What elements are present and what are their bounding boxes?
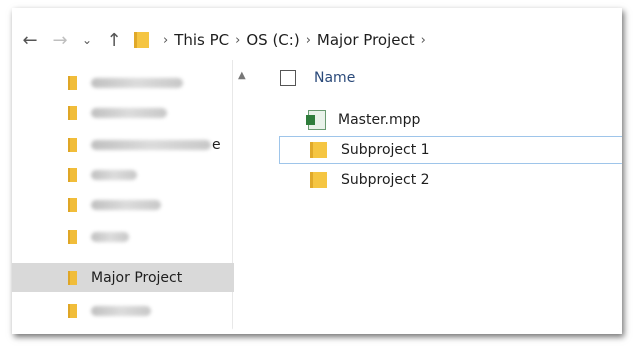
sidebar-item-blurred[interactable]: e — [12, 130, 234, 159]
file-name: Master.mpp — [338, 112, 421, 128]
folder-icon — [68, 229, 77, 244]
folder-icon — [68, 137, 77, 152]
file-row-master-mpp[interactable]: Master.mpp — [280, 107, 622, 133]
file-list-pane: Name Master.mpp Subproject 1 Subproject … — [242, 60, 622, 334]
file-row-subproject-2[interactable]: Subproject 2 — [280, 167, 622, 193]
breadcrumb-separator-icon[interactable]: › — [163, 33, 168, 48]
forward-arrow-icon[interactable]: → — [48, 28, 72, 52]
folder-icon — [68, 303, 77, 318]
breadcrumb-separator-icon[interactable]: › — [235, 33, 240, 48]
folder-icon — [68, 75, 77, 90]
sidebar-item-blurred[interactable] — [12, 190, 234, 219]
mpp-file-icon — [306, 110, 326, 130]
blurred-label — [91, 139, 211, 150]
breadcrumb-os-c[interactable]: OS (C:) — [246, 31, 299, 49]
name-column-label: Name — [314, 70, 356, 86]
sidebar-item-blurred[interactable] — [12, 222, 234, 251]
blurred-label — [91, 107, 167, 118]
file-row-subproject-1[interactable]: Subproject 1 — [279, 136, 622, 164]
sidebar-item-label: Major Project — [91, 269, 183, 286]
back-arrow-icon[interactable]: ← — [18, 28, 42, 52]
blurred-label — [91, 305, 151, 316]
file-name: Subproject 1 — [341, 142, 430, 158]
breadcrumb-separator-icon[interactable]: › — [306, 33, 311, 48]
folder-icon — [68, 167, 77, 182]
sidebar-item-trailing-text: e — [212, 136, 221, 153]
name-column-header[interactable]: Name — [280, 66, 355, 90]
sidebar-item-blurred[interactable] — [12, 98, 234, 127]
folder-icon — [134, 32, 149, 48]
folder-icon — [310, 142, 327, 158]
folder-icon — [68, 270, 77, 285]
sidebar-item-blurred[interactable] — [12, 160, 234, 189]
breadcrumb-major-project[interactable]: Major Project — [317, 31, 415, 49]
file-explorer-window: ← → ⌄ ↑ › This PC › OS (C:) › Major Proj… — [12, 8, 622, 334]
sidebar-item-blurred[interactable] — [12, 296, 234, 325]
torn-edge-decoration — [12, 326, 622, 334]
folder-icon — [310, 172, 327, 188]
blurred-label — [91, 199, 161, 210]
blurred-label — [91, 77, 183, 88]
sidebar-item-blurred[interactable] — [12, 68, 234, 97]
sidebar-item-major-project[interactable]: Major Project — [12, 263, 234, 292]
blurred-label — [91, 231, 129, 242]
recent-locations-chevron-icon[interactable]: ⌄ — [78, 28, 96, 52]
address-bar: ← → ⌄ ↑ › This PC › OS (C:) › Major Proj… — [12, 20, 622, 60]
select-all-checkbox[interactable] — [280, 70, 296, 86]
up-arrow-icon[interactable]: ↑ — [102, 28, 126, 52]
breadcrumb-this-pc[interactable]: This PC — [174, 31, 229, 49]
folder-icon — [68, 197, 77, 212]
file-name: Subproject 2 — [341, 172, 430, 188]
blurred-label — [91, 169, 137, 180]
torn-edge-decoration — [610, 8, 622, 334]
folder-icon — [68, 105, 77, 120]
breadcrumb-separator-icon[interactable]: › — [421, 33, 426, 48]
